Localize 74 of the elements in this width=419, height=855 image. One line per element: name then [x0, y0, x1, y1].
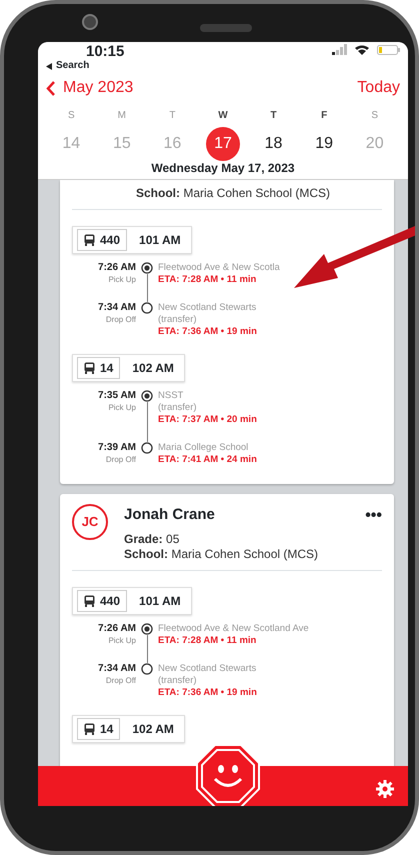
more-button[interactable]: •••	[365, 504, 382, 528]
day-number[interactable]: 15	[104, 127, 139, 161]
speaker	[200, 24, 252, 32]
stop-note: (transfer)	[158, 402, 198, 414]
stop-time: 7:26 AM	[97, 262, 136, 274]
bus-number: 14	[77, 357, 120, 379]
stop-type: Drop Off	[104, 314, 136, 326]
stop-time: 7:34 AM	[97, 302, 136, 314]
school-text: School: Maria Cohen School (MCS)	[135, 186, 332, 201]
stop-time: 7:39 AM	[97, 442, 136, 454]
camera	[82, 14, 98, 30]
grade-text: Grade: 05	[124, 532, 180, 547]
stop-type: Drop Off	[104, 675, 136, 687]
status-time: 10:15	[85, 44, 124, 60]
stop-place: Maria College School	[158, 442, 250, 454]
chevron-left-icon	[46, 80, 55, 96]
stop-type: Pick Up	[107, 635, 136, 647]
day-number[interactable]: 18	[256, 127, 291, 161]
stop-eta: ETA: 7:37 AM • 20 min	[158, 414, 258, 426]
stop-button[interactable]	[196, 744, 260, 806]
weekday-label: M	[116, 109, 128, 123]
stop-type: Drop Off	[104, 454, 136, 466]
settings-icon	[376, 780, 394, 798]
stop-place: NSST	[158, 390, 184, 402]
stop-place: New Scotland Stewarts	[158, 663, 258, 675]
signal-icon	[332, 44, 347, 55]
school-text: School: Maria Cohen School (MCS)	[124, 547, 320, 562]
bus-number: 440	[77, 229, 128, 251]
route-name: 101 AM	[139, 593, 181, 610]
day-number[interactable]: 19	[307, 127, 342, 161]
day-number[interactable]: 16	[155, 127, 190, 161]
month-back-button[interactable]: May 2023	[46, 76, 134, 100]
bus-icon	[84, 362, 95, 374]
bus-number: 440	[77, 590, 128, 612]
stop-type: Pick Up	[107, 274, 136, 286]
weekday-label: S	[370, 109, 380, 123]
weekday-label: F	[320, 109, 328, 123]
weekday-label: S	[66, 109, 76, 123]
student-name: Jonah Crane	[124, 505, 215, 525]
wifi-icon	[355, 44, 369, 55]
stop-time: 7:26 AM	[97, 623, 136, 635]
battery-icon	[377, 44, 400, 54]
today-button[interactable]: Today	[357, 76, 400, 100]
stop-place: Fleetwood Ave & New Scotland Ave	[158, 623, 310, 635]
route-name: 101 AM	[139, 232, 181, 249]
stop-note: (transfer)	[158, 314, 198, 326]
stop-eta: ETA: 7:41 AM • 24 min	[158, 454, 258, 466]
settings-button[interactable]	[376, 777, 394, 801]
back-triangle-icon	[46, 62, 52, 70]
day-number[interactable]: 17	[206, 127, 240, 161]
stop-eta: ETA: 7:36 AM • 19 min	[158, 326, 258, 338]
weekday-label: T	[270, 109, 278, 123]
stop-type: Pick Up	[107, 402, 136, 414]
stop-eta: ETA: 7:36 AM • 19 min	[158, 687, 258, 699]
selected-date: Wednesday May 17, 2023	[150, 161, 296, 175]
weekday-label: W	[217, 109, 229, 123]
bus-number: 14	[77, 718, 120, 740]
weekday-label: T	[168, 109, 176, 123]
route-name: 102 AM	[132, 360, 174, 377]
day-number[interactable]: 20	[358, 127, 392, 161]
bus-icon	[84, 595, 95, 607]
stop-note: (transfer)	[158, 675, 198, 687]
bus-icon	[84, 234, 95, 246]
stop-time: 7:34 AM	[97, 663, 136, 675]
stop-place: Fleetwood Ave & New Scotla	[158, 262, 281, 274]
stop-eta: ETA: 7:28 AM • 11 min	[158, 274, 258, 286]
back-link[interactable]: Search	[46, 60, 400, 72]
avatar-circle: JC	[72, 504, 108, 540]
stop-time: 7:35 AM	[97, 390, 136, 402]
day-number[interactable]: 14	[54, 127, 88, 161]
stop-place: New Scotland Stewarts	[158, 302, 258, 314]
bus-icon	[84, 723, 95, 735]
stop-eta: ETA: 7:28 AM • 11 min	[158, 635, 258, 647]
route-name: 102 AM	[132, 721, 174, 738]
